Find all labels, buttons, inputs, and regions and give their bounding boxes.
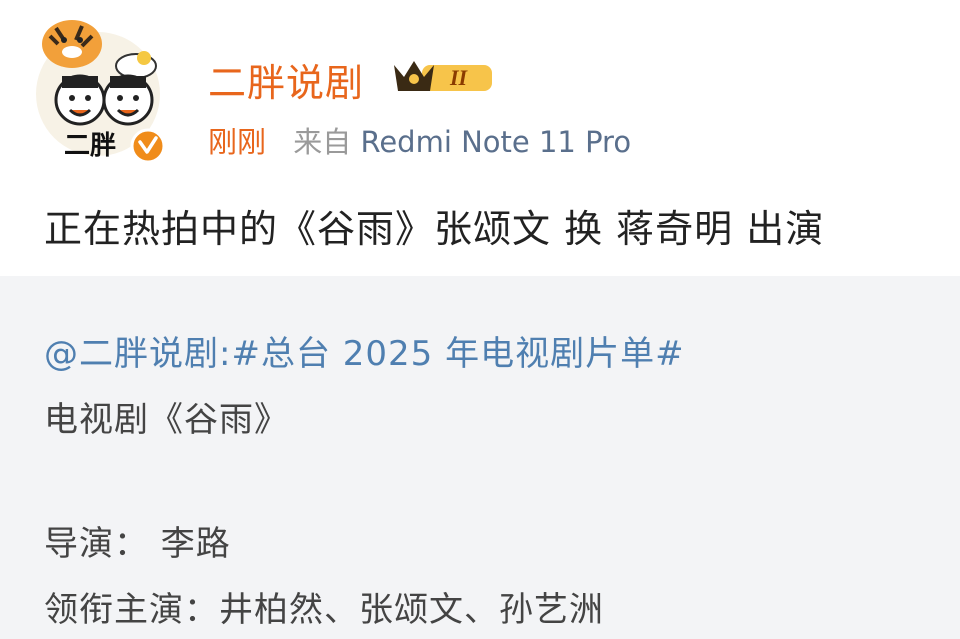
verified-badge-icon [130, 128, 166, 164]
repost-mention[interactable]: @二胖说剧:#总台 2025 年电视剧片单# [44, 326, 685, 375]
username[interactable]: 二胖说剧 [208, 52, 364, 107]
vip-crown-icon[interactable]: II [392, 55, 500, 99]
post-meta: 刚刚 来自 Redmi Note 11 Pro [208, 119, 631, 161]
post-content: 正在热拍中的《谷雨》张颂文 换 蒋奇明 出演 [44, 207, 825, 251]
vip-level: II [449, 65, 469, 90]
tiger-avatar-icon: 二胖 [36, 20, 166, 164]
avatar-text: 二胖 [64, 130, 116, 160]
repost-cast: 领衔主演：井柏然、张颂文、孙艺洲 [44, 590, 604, 630]
post-time[interactable]: 刚刚 [208, 125, 266, 159]
weibo-post: 二胖 二胖说剧 II 刚刚 来自 Redmi Note 11 Pro 正在热拍中… [0, 0, 960, 639]
repost-title: 电视剧《谷雨》 [44, 400, 289, 440]
repost-card[interactable]: @二胖说剧:#总台 2025 年电视剧片单# 电视剧《谷雨》 导演： 李路 领衔… [0, 276, 960, 639]
source-prefix: 来自 [293, 125, 352, 159]
source-device[interactable]: Redmi Note 11 Pro [360, 125, 631, 159]
avatar[interactable]: 二胖 [36, 14, 166, 164]
repost-director: 导演： 李路 [44, 524, 231, 564]
